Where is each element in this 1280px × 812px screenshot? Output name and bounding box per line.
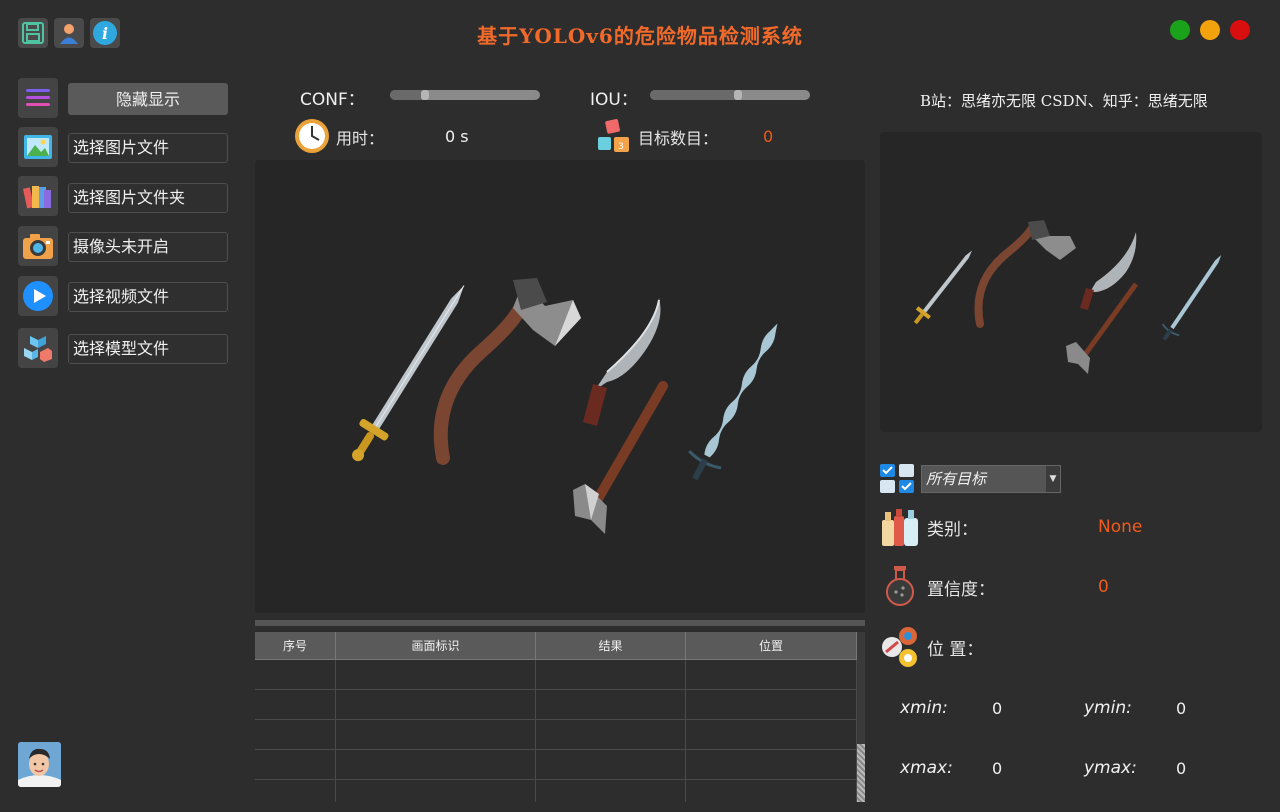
iou-label: IOU： xyxy=(590,90,638,110)
weapons-image xyxy=(352,278,778,534)
iou-slider-handle[interactable] xyxy=(734,90,742,100)
camera-icon xyxy=(18,226,58,266)
clock-icon xyxy=(294,118,330,158)
table-header: 序号 画面标识 结果 位置 xyxy=(255,632,857,660)
conf-slider-fill xyxy=(390,90,425,100)
table-row[interactable] xyxy=(255,720,857,750)
table-cell[interactable] xyxy=(255,780,336,802)
confidence-value: 0 xyxy=(1098,577,1109,597)
folder-images-icon xyxy=(18,176,58,216)
app-title: 基于YOLOv6的危险物品检测系统 xyxy=(477,24,803,48)
window-dot-yellow[interactable] xyxy=(1200,20,1220,40)
table-cell[interactable] xyxy=(686,750,857,780)
col-header-position[interactable]: 位置 xyxy=(686,632,857,660)
table-body xyxy=(255,660,857,802)
xmin-value: 0 xyxy=(992,699,1003,718)
xmax-value: 0 xyxy=(992,759,1003,778)
iou-slider[interactable] xyxy=(650,90,810,100)
target-select[interactable]: 所有目标 ▼ xyxy=(921,465,1061,493)
window-dot-green[interactable] xyxy=(1170,20,1190,40)
col-header-frame[interactable]: 画面标识 xyxy=(336,632,536,660)
position-label: 位 置： xyxy=(927,640,984,660)
table-cell[interactable] xyxy=(536,750,686,780)
dice-icon: 3 xyxy=(596,118,632,158)
location-icon xyxy=(880,626,920,672)
table-cell[interactable] xyxy=(536,660,686,690)
main-image-panel xyxy=(255,160,865,613)
ymax-value: 0 xyxy=(1176,759,1187,778)
col-header-result[interactable]: 结果 xyxy=(536,632,686,660)
table-cell[interactable] xyxy=(255,750,336,780)
table-cell[interactable] xyxy=(686,660,857,690)
class-value: None xyxy=(1098,517,1143,537)
col-header-index[interactable]: 序号 xyxy=(255,632,336,660)
table-cell[interactable] xyxy=(255,720,336,750)
toggle-display-button[interactable]: 隐藏显示 xyxy=(68,83,228,115)
table-cell[interactable] xyxy=(336,690,536,720)
target-select-value: 所有目标 xyxy=(926,470,987,488)
table-scrollbar[interactable] xyxy=(857,632,865,802)
conf-label: CONF： xyxy=(300,90,365,110)
ymax-label: ymax: xyxy=(1084,758,1137,778)
ymin-label: ymin: xyxy=(1084,698,1132,718)
select-video-button[interactable]: 选择视频文件 xyxy=(68,282,228,312)
table-cell[interactable] xyxy=(686,780,857,802)
table-cell[interactable] xyxy=(686,720,857,750)
table-cell[interactable] xyxy=(255,690,336,720)
time-label: 用时： xyxy=(336,129,385,148)
results-table[interactable]: 序号 画面标识 结果 位置 xyxy=(255,632,857,802)
select-image-button[interactable]: 选择图片文件 xyxy=(68,133,228,163)
table-cell[interactable] xyxy=(536,720,686,750)
table-cell[interactable] xyxy=(336,720,536,750)
class-label: 类别： xyxy=(927,520,978,540)
table-cell[interactable] xyxy=(336,780,536,802)
ymin-value: 0 xyxy=(1176,699,1187,718)
conf-slider-handle[interactable] xyxy=(421,90,429,100)
flask-icon xyxy=(884,565,916,611)
count-value: 0 xyxy=(763,127,774,146)
table-cell[interactable] xyxy=(536,780,686,802)
bottles-icon xyxy=(880,506,920,552)
preview-image-panel xyxy=(880,132,1262,432)
svg-text:3: 3 xyxy=(618,142,624,152)
xmax-label: xmax: xyxy=(900,758,953,778)
preview-image xyxy=(913,220,1222,374)
play-icon xyxy=(18,276,58,316)
select-image-folder-button[interactable]: 选择图片文件夹 xyxy=(68,183,228,213)
table-row[interactable] xyxy=(255,780,857,802)
table-row[interactable] xyxy=(255,690,857,720)
cubes-icon xyxy=(18,328,58,368)
table-row[interactable] xyxy=(255,660,857,690)
count-label: 目标数目： xyxy=(638,129,719,148)
table-row[interactable] xyxy=(255,750,857,780)
confidence-label: 置信度： xyxy=(927,580,995,600)
table-scroll-thumb[interactable] xyxy=(857,744,865,802)
table-cell[interactable] xyxy=(686,690,857,720)
table-cell[interactable] xyxy=(336,660,536,690)
iou-slider-fill xyxy=(650,90,738,100)
select-model-button[interactable]: 选择模型文件 xyxy=(68,334,228,364)
table-cell[interactable] xyxy=(536,690,686,720)
checklist-icon xyxy=(880,464,916,494)
camera-toggle-button[interactable]: 摄像头未开启 xyxy=(68,232,228,262)
menu-icon[interactable] xyxy=(18,78,58,118)
table-cell[interactable] xyxy=(336,750,536,780)
credits-text: B站：思绪亦无限 CSDN、知乎：思绪无限 xyxy=(920,92,1208,110)
chevron-down-icon[interactable]: ▼ xyxy=(1046,466,1060,492)
window-dot-red[interactable] xyxy=(1230,20,1250,40)
panel-divider xyxy=(255,620,865,626)
avatar[interactable] xyxy=(18,742,61,787)
image-icon xyxy=(18,127,58,167)
table-cell[interactable] xyxy=(255,660,336,690)
conf-slider[interactable] xyxy=(390,90,540,100)
xmin-label: xmin: xyxy=(900,698,948,718)
time-value: 0 s xyxy=(445,127,469,146)
